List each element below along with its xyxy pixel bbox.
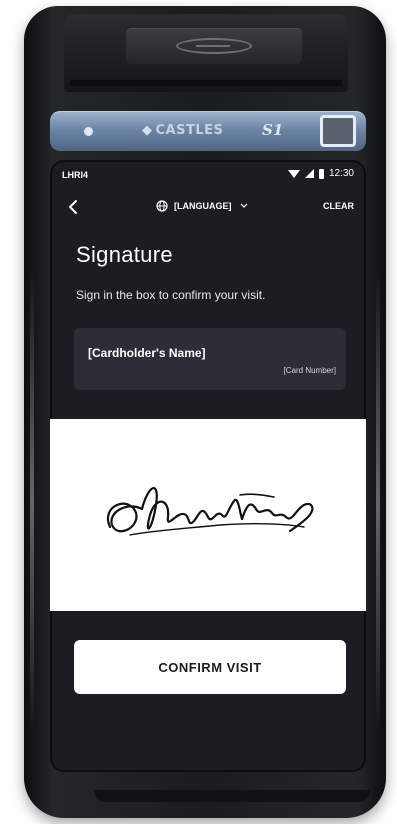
signature-pad[interactable]	[50, 419, 366, 611]
confirm-visit-button[interactable]: CONFIRM VISIT	[74, 640, 346, 694]
brand-mark-icon: ◆	[142, 123, 153, 138]
card-number: [Card Number]	[283, 366, 336, 375]
cardholder-name: [Cardholder's Name]	[88, 346, 206, 360]
wifi-icon	[287, 169, 300, 178]
brand-name: CASTLES	[155, 123, 224, 138]
status-led-icon	[84, 127, 93, 136]
status-time: 12:30	[328, 168, 354, 179]
back-button[interactable]	[64, 198, 84, 216]
device-edge-highlight	[376, 266, 380, 736]
printer-cover	[126, 28, 302, 64]
instruction-text: Sign in the box to confirm your visit.	[76, 288, 266, 302]
battery-icon	[318, 168, 324, 179]
sensor-window	[320, 115, 356, 147]
language-selector[interactable]: [LANGUAGE]	[156, 200, 248, 212]
brand-strip: ◆ CASTLES S1	[50, 111, 366, 151]
brand-logo: ◆ CASTLES	[142, 123, 223, 138]
device-edge-highlight	[30, 266, 34, 736]
paper-slot	[70, 80, 342, 86]
chevron-left-icon	[69, 200, 77, 214]
language-label: [LANGUAGE]	[174, 201, 232, 211]
cardholder-panel: [Cardholder's Name] [Card Number]	[74, 328, 346, 390]
signature-stroke	[106, 486, 314, 536]
model-name: S1	[262, 121, 284, 139]
device-base	[94, 790, 370, 802]
clear-button[interactable]: CLEAR	[323, 201, 354, 211]
terminal-id: LHRI4	[62, 170, 89, 180]
globe-icon	[156, 200, 168, 212]
terminal-screen: LHRI4 12:30 [LANGUAGE] CLEAR Signature S…	[50, 160, 366, 772]
signal-icon	[304, 169, 314, 178]
chevron-down-icon	[240, 203, 247, 208]
receipt-printer	[64, 14, 348, 92]
printer-logo-icon	[176, 38, 252, 54]
page-title: Signature	[76, 242, 173, 267]
status-bar: 12:30	[287, 168, 354, 179]
